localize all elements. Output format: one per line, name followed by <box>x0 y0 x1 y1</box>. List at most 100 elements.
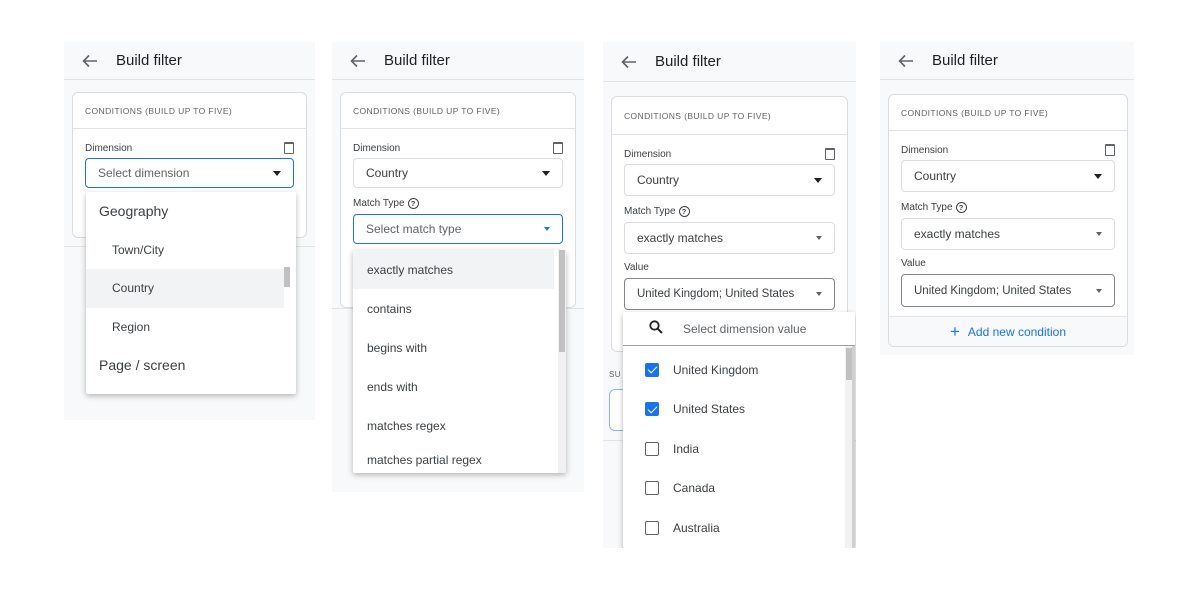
build-filter-panel-step-4: Build filter CONDITIONS (BUILD UP TO FIV… <box>880 42 1134 355</box>
arrow-back-icon[interactable] <box>82 54 100 68</box>
value-option-australia[interactable]: Australia <box>623 508 855 548</box>
plus-icon: + <box>949 322 960 341</box>
value-option-united-states[interactable]: United States <box>623 390 855 430</box>
checkbox-checked[interactable] <box>645 402 659 417</box>
trash-icon[interactable] <box>1105 144 1115 156</box>
dimension-label: Dimension <box>353 142 401 154</box>
value-option-canada[interactable]: Canada <box>623 469 855 509</box>
dimension-value: Country <box>914 169 957 183</box>
value-value: United Kingdom; United States <box>637 288 795 300</box>
caret-down-icon <box>544 227 550 231</box>
dropdown-item-exactly-matches[interactable]: exactly matches <box>353 250 554 289</box>
page-title: Build filter <box>932 52 998 69</box>
help-circle-icon[interactable]: ? <box>407 197 419 209</box>
panel-header: Build filter <box>64 42 315 80</box>
dropdown-edge <box>852 346 855 548</box>
caret-down-icon <box>816 236 822 240</box>
dimension-label: Dimension <box>901 144 949 156</box>
caret-down-icon <box>814 177 822 183</box>
dropdown-item-region[interactable]: Region <box>86 308 296 347</box>
build-filter-panel-step-1: Build filter CONDITIONS (BUILD UP TO FIV… <box>64 42 315 420</box>
value-option-label: United States <box>673 402 746 417</box>
match-type-placeholder: Select match type <box>366 222 462 236</box>
dropdown-scrollbar[interactable] <box>559 250 565 352</box>
dropdown-item-ends-with[interactable]: ends with <box>353 367 566 406</box>
dimension-label: Dimension <box>624 148 672 160</box>
dropdown-item-matches-regex[interactable]: matches regex <box>353 406 566 445</box>
caret-down-icon <box>1096 288 1102 293</box>
dimension-select[interactable]: Select dimension <box>85 158 294 188</box>
caret-down-icon <box>1094 173 1102 179</box>
checkbox-unchecked[interactable] <box>645 441 659 456</box>
conditions-heading: CONDITIONS (BUILD UP TO FIVE) <box>612 97 847 135</box>
value-search-field[interactable]: Select dimension value <box>623 312 855 346</box>
conditions-heading: CONDITIONS (BUILD UP TO FIVE) <box>341 93 575 129</box>
value-select[interactable]: United Kingdom; United States <box>901 274 1115 307</box>
dimension-select[interactable]: Country <box>901 160 1115 192</box>
dimension-value: Country <box>366 166 409 180</box>
checkbox-unchecked[interactable] <box>645 481 659 496</box>
search-placeholder: Select dimension value <box>683 321 807 336</box>
page-title: Build filter <box>655 53 721 70</box>
match-type-label: Match Type <box>624 205 676 217</box>
help-circle-icon[interactable]: ? <box>955 201 967 213</box>
match-type-select[interactable]: Select match type <box>353 214 563 244</box>
dimension-placeholder: Select dimension <box>98 166 190 180</box>
dropdown-group-page-screen[interactable]: Page / screen <box>86 346 296 385</box>
add-new-condition-button[interactable]: + Add new condition <box>889 316 1127 346</box>
value-label: Value <box>624 261 649 273</box>
arrow-back-icon[interactable] <box>621 55 639 69</box>
match-type-dropdown-menu: exactly matches contains begins with end… <box>353 250 566 473</box>
value-option-label: United Kingdom <box>673 362 759 377</box>
panel-header: Build filter <box>880 42 1134 80</box>
dropdown-scrollbar[interactable] <box>284 267 290 287</box>
dropdown-group-geography: Geography <box>99 203 169 220</box>
dimension-select[interactable]: Country <box>624 164 835 196</box>
value-option-label: Australia <box>673 520 720 535</box>
page-title: Build filter <box>384 52 450 69</box>
match-type-select[interactable]: exactly matches <box>624 222 835 254</box>
dropdown-item-begins-with[interactable]: begins with <box>353 328 566 367</box>
dropdown-item-matches-partial-regex[interactable]: matches partial regex <box>353 445 566 467</box>
value-option-united-kingdom[interactable]: United Kingdom <box>623 350 855 390</box>
caret-down-icon <box>542 170 550 176</box>
trash-icon[interactable] <box>825 148 835 160</box>
add-new-condition-label: Add new condition <box>967 324 1066 339</box>
dropdown-item-contains[interactable]: contains <box>353 289 566 328</box>
build-filter-panel-step-2: Build filter CONDITIONS (BUILD UP TO FIV… <box>332 42 584 492</box>
build-filter-panel-step-3: Build filter CONDITIONS (BUILD UP TO FIV… <box>603 42 856 548</box>
value-select[interactable]: United Kingdom; United States <box>624 278 835 310</box>
trash-icon[interactable] <box>553 142 563 154</box>
dimension-label: Dimension <box>85 142 133 154</box>
page-title: Build filter <box>116 52 182 69</box>
caret-down-icon <box>816 292 822 296</box>
match-type-value: exactly matches <box>637 231 724 245</box>
help-circle-icon[interactable]: ? <box>678 205 690 217</box>
arrow-back-icon[interactable] <box>350 54 368 68</box>
value-option-label: Canada <box>673 481 716 496</box>
panel-header: Build filter <box>603 42 856 82</box>
trash-icon[interactable] <box>284 142 294 154</box>
dropdown-item-country[interactable]: Country <box>86 269 284 308</box>
search-icon <box>649 320 663 337</box>
value-value: United Kingdom; United States <box>914 284 1072 297</box>
match-type-select[interactable]: exactly matches <box>901 218 1115 250</box>
checkbox-checked[interactable] <box>645 362 659 377</box>
conditions-card: CONDITIONS (BUILD UP TO FIVE) Dimension … <box>888 94 1128 347</box>
dimension-value: Country <box>637 173 680 187</box>
dimension-select[interactable]: Country <box>353 158 563 188</box>
conditions-heading: CONDITIONS (BUILD UP TO FIVE) <box>73 93 306 129</box>
section-label-partial: SU <box>609 370 621 379</box>
match-type-label: Match Type <box>353 197 405 209</box>
dropdown-item-town-city[interactable]: Town/City <box>86 231 296 270</box>
checkbox-unchecked[interactable] <box>645 520 659 535</box>
match-type-label: Match Type <box>901 201 953 213</box>
value-option-label: India <box>673 441 700 456</box>
panel-header: Build filter <box>332 42 584 80</box>
value-label: Value <box>901 257 926 269</box>
match-type-value: exactly matches <box>914 227 1001 241</box>
arrow-back-icon[interactable] <box>898 54 916 68</box>
value-option-india[interactable]: India <box>623 429 855 469</box>
dimension-dropdown-menu: Geography Town/City Country Region Page … <box>86 192 296 394</box>
caret-down-icon <box>273 170 281 176</box>
